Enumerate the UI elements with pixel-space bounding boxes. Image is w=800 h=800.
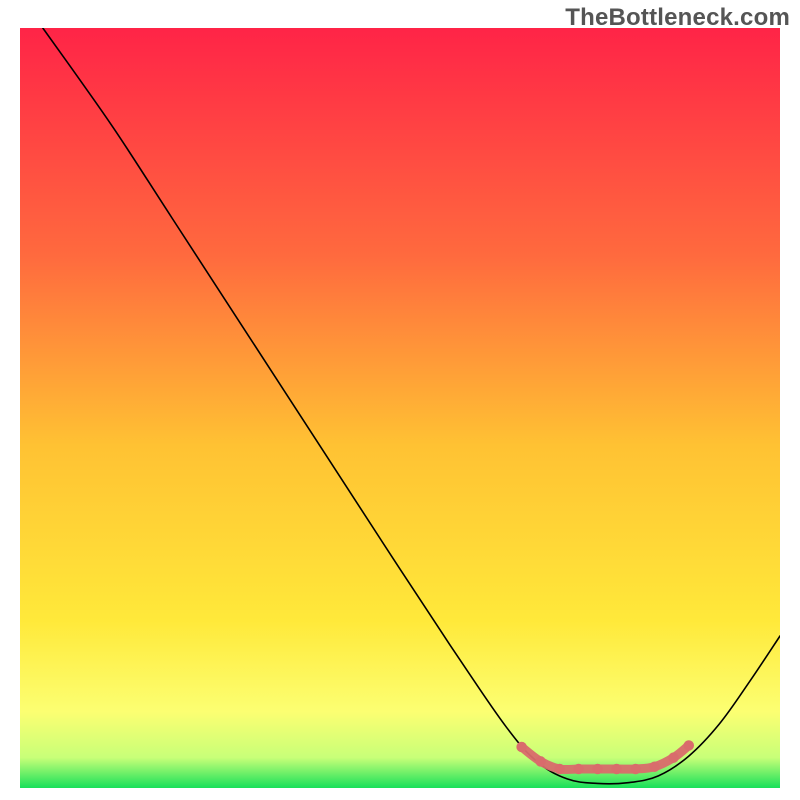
bottleneck-chart (20, 28, 780, 788)
gradient-background (20, 28, 780, 788)
plot-area (20, 28, 780, 788)
chart-stage: TheBottleneck.com (0, 0, 800, 800)
watermark-text: TheBottleneck.com (565, 4, 790, 32)
